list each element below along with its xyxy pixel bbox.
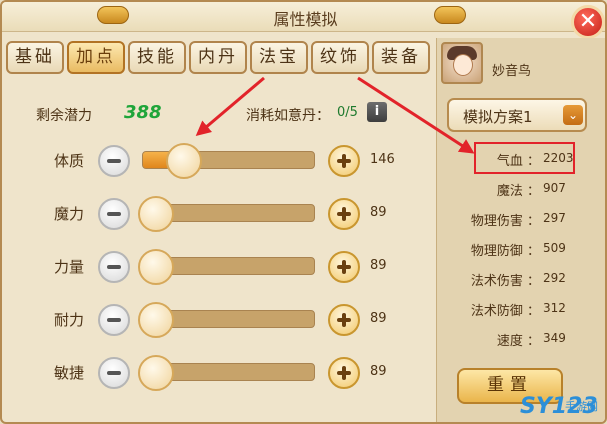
title-bar: 属性模拟 — [2, 2, 605, 32]
attribute-simulation-window: 属性模拟 ✕ 基础 加点 技能 内丹 法宝 纹饰 装备 剩余潜力 388 消耗如… — [0, 0, 607, 424]
stat-name: 法术伤害 ： — [470, 274, 540, 289]
decrease-button[interactable] — [98, 357, 130, 389]
stat-value: 349 — [543, 331, 566, 345]
chevron-down-icon: ⌄ — [563, 105, 583, 125]
pill-cost-value: 0/5 — [337, 105, 358, 120]
character-avatar[interactable] — [441, 42, 483, 84]
attribute-value: 89 — [370, 311, 387, 326]
increase-button[interactable] — [328, 304, 360, 336]
point-allocation-panel: 剩余潜力 388 消耗如意丹： 0/5 i 体质 146 魔力 89 力量 89… — [2, 80, 432, 422]
stat-name: 物理防御 ： — [470, 244, 540, 259]
attribute-value: 89 — [370, 258, 387, 273]
stat-name: 法术防御 ： — [470, 304, 540, 319]
plan-dropdown[interactable]: 模拟方案1 ⌄ — [447, 98, 587, 132]
slider-handle[interactable] — [137, 355, 174, 391]
stat-row-spell-defense: 法术防御 ： 312 — [437, 298, 605, 320]
increase-button[interactable] — [328, 357, 360, 389]
attribute-value: 146 — [370, 152, 395, 167]
stat-value: 292 — [543, 271, 566, 285]
tab-allocate-points[interactable]: 加点 — [67, 41, 125, 74]
attribute-row-strength: 力量 89 — [2, 246, 432, 286]
slider-handle[interactable] — [137, 302, 174, 338]
increase-button[interactable] — [328, 251, 360, 283]
attribute-row-endurance: 耐力 89 — [2, 299, 432, 339]
tab-inner-core[interactable]: 内丹 — [189, 41, 247, 74]
stats-panel: 妙音鸟 模拟方案1 ⌄ 气血 ： 2203 魔法 ： 907 物理伤害 ： 29… — [436, 38, 605, 422]
increase-button[interactable] — [328, 145, 360, 177]
character-name: 妙音鸟 — [492, 64, 532, 79]
decrease-button[interactable] — [98, 304, 130, 336]
remaining-potential-label: 剩余潜力 — [36, 108, 92, 124]
slider-handle[interactable] — [137, 196, 174, 232]
attribute-row-magic: 魔力 89 — [2, 193, 432, 233]
tab-skills[interactable]: 技能 — [128, 41, 186, 74]
attribute-row-constitution: 体质 146 — [2, 140, 432, 180]
attribute-name: 耐力 — [54, 311, 85, 329]
attribute-name: 体质 — [54, 152, 85, 170]
hp-highlight-box — [474, 142, 575, 174]
stat-row-speed: 速度 ： 349 — [437, 328, 605, 350]
attribute-value: 89 — [370, 205, 387, 220]
remaining-potential-value: 388 — [124, 102, 162, 123]
increase-button[interactable] — [328, 198, 360, 230]
tab-magic-treasure[interactable]: 法宝 — [250, 41, 308, 74]
decrease-button[interactable] — [98, 251, 130, 283]
stat-row-physical-damage: 物理伤害 ： 297 — [437, 208, 605, 230]
stat-value: 297 — [543, 211, 566, 225]
stat-value: 907 — [543, 181, 566, 195]
title-ornament-right — [434, 6, 466, 24]
tab-equipment[interactable]: 装备 — [372, 41, 430, 74]
avatar-face — [453, 54, 473, 76]
stat-row-physical-defense: 物理防御 ： 509 — [437, 238, 605, 260]
close-button[interactable]: ✕ — [571, 5, 605, 39]
stat-value: 312 — [543, 301, 566, 315]
pill-cost-label: 消耗如意丹： — [246, 108, 330, 124]
tab-basic[interactable]: 基础 — [6, 41, 64, 74]
stat-row-spell-damage: 法术伤害 ： 292 — [437, 268, 605, 290]
decrease-button[interactable] — [98, 198, 130, 230]
plan-selected-value: 模拟方案1 — [463, 108, 533, 126]
slider-handle[interactable] — [165, 143, 202, 179]
stat-name: 速度 ： — [496, 334, 540, 349]
stat-row-mana: 魔法 ： 907 — [437, 178, 605, 200]
window-title: 属性模拟 — [273, 10, 338, 29]
stat-name: 物理伤害 ： — [470, 214, 540, 229]
stat-name: 魔法 ： — [496, 184, 540, 199]
stat-value: 509 — [543, 241, 566, 255]
attribute-value: 89 — [370, 364, 387, 379]
attribute-name: 力量 — [54, 258, 85, 276]
tab-ornament[interactable]: 纹饰 — [311, 41, 369, 74]
watermark-sub: 手游网 — [565, 400, 598, 413]
attribute-row-agility: 敏捷 89 — [2, 352, 432, 392]
attribute-name: 魔力 — [54, 205, 85, 223]
decrease-button[interactable] — [98, 145, 130, 177]
info-icon[interactable]: i — [367, 102, 387, 122]
slider-handle[interactable] — [137, 249, 174, 285]
attribute-name: 敏捷 — [54, 364, 85, 382]
